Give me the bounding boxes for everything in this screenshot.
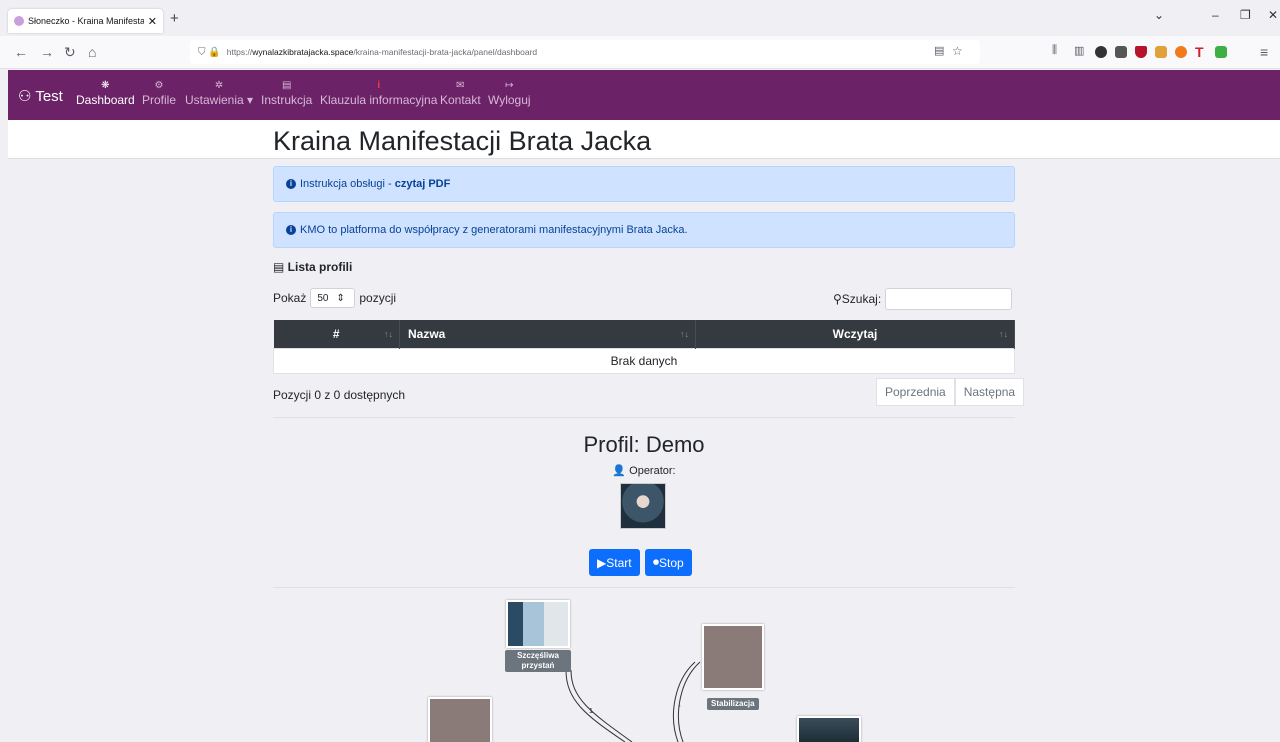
graph-edge [672, 661, 696, 742]
node-image-unlabeled[interactable] [428, 697, 492, 742]
node-image-city[interactable] [797, 716, 861, 742]
graph-edge [565, 669, 626, 742]
profile-graph [565, 661, 701, 742]
node-image-stabilizacja[interactable] [702, 624, 764, 690]
node-label-szczesliwa[interactable]: Szczęśliwa przystań [505, 650, 571, 672]
node-image-szczesliwa[interactable] [506, 600, 570, 648]
graph-edge [677, 661, 701, 742]
node-label-stabilizacja[interactable]: Stabilizacja [707, 698, 759, 710]
edge-marker-icon: ◦ [678, 703, 681, 710]
edge-label: 1 [589, 708, 593, 715]
